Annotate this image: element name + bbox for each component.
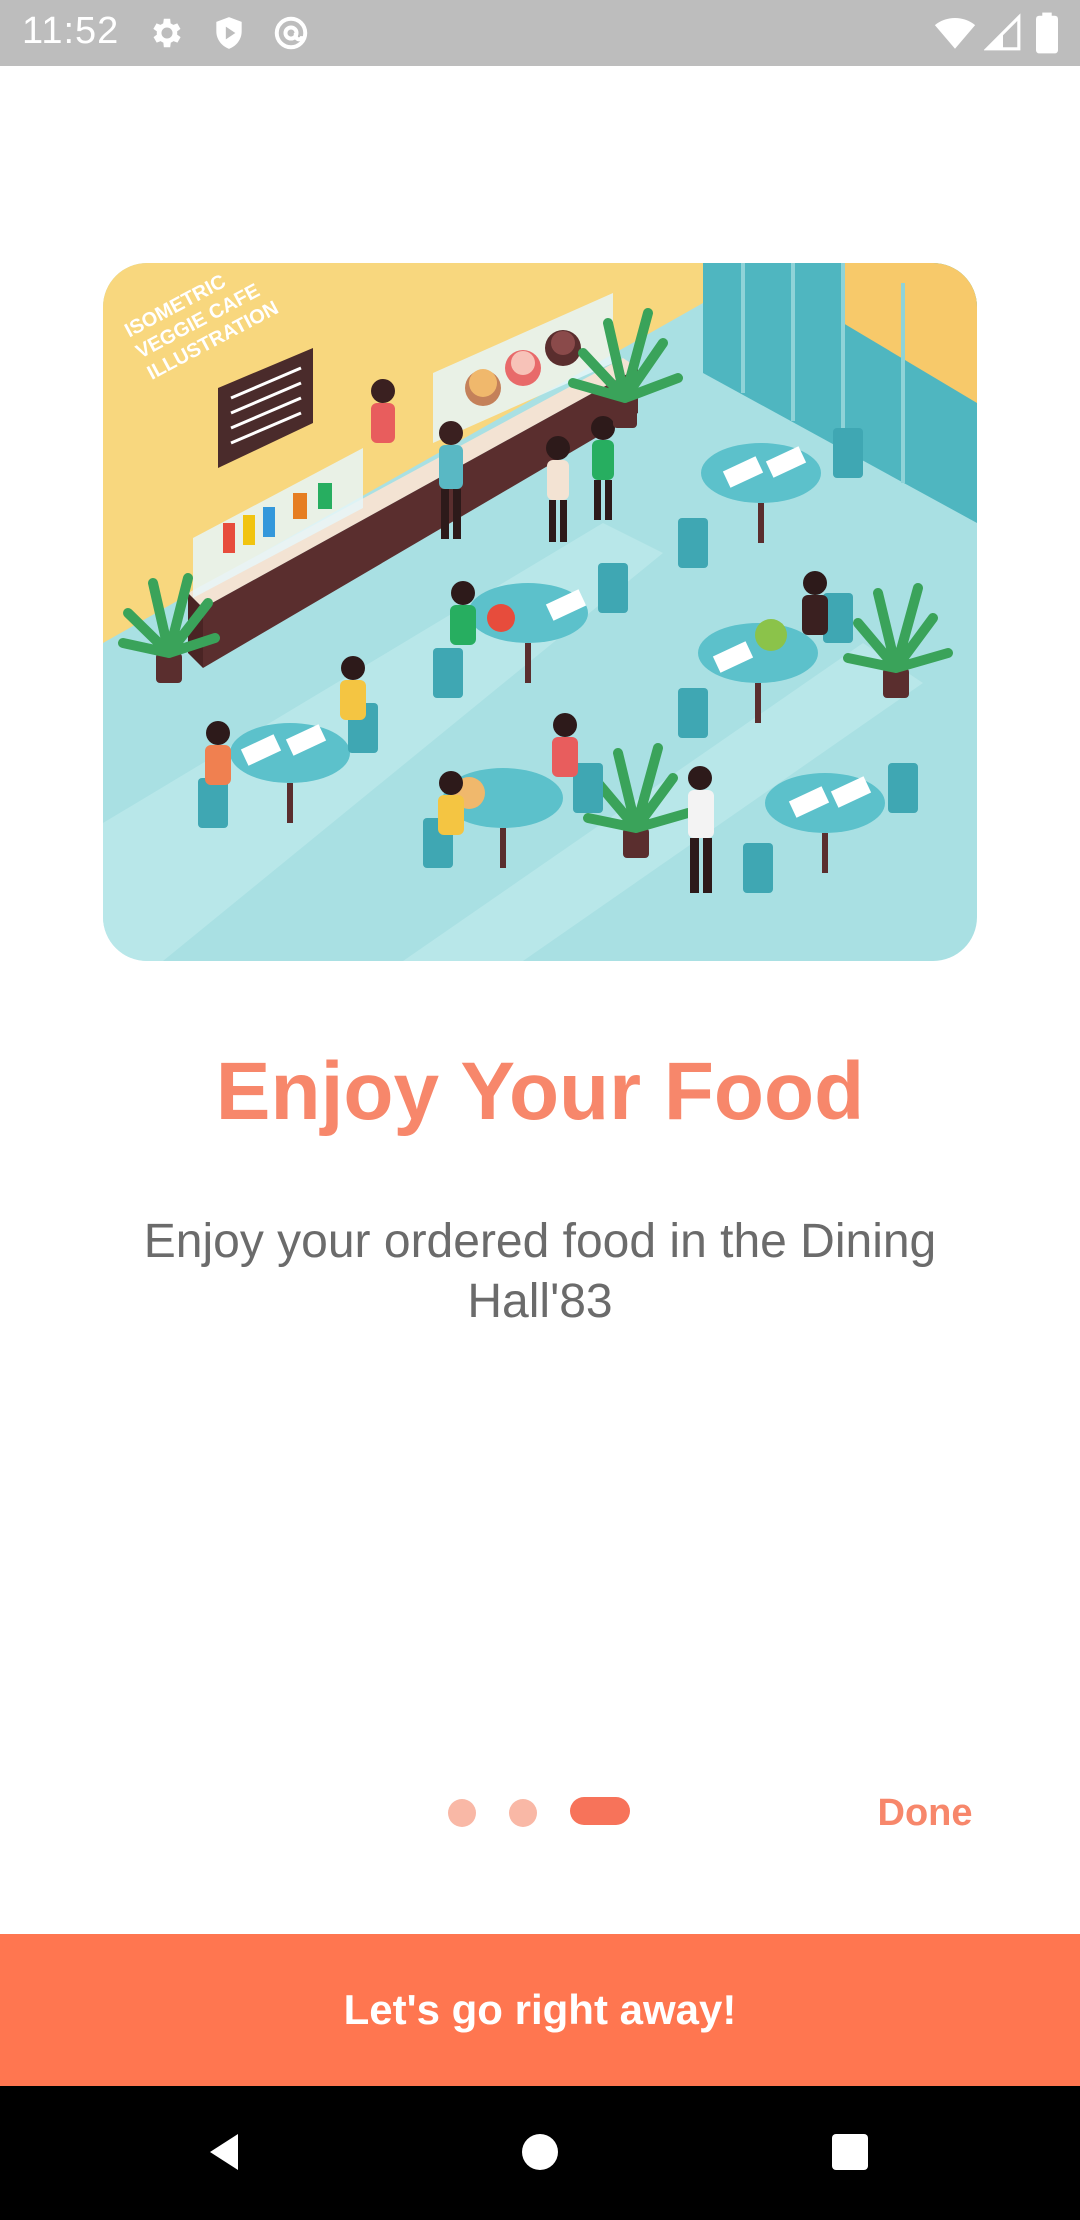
recents-icon[interactable] — [814, 2116, 886, 2188]
home-icon[interactable] — [504, 2116, 576, 2188]
shield-icon — [210, 14, 248, 52]
back-icon[interactable] — [190, 2116, 262, 2188]
cafe-illustration: ISOMETRIC VEGGIE CAFE ILLUSTRATION — [103, 263, 977, 961]
lets-go-button[interactable]: Let's go right away! — [0, 1934, 1080, 2086]
cell-signal-icon — [983, 12, 1022, 59]
onboarding-subtitle: Enjoy your ordered food in the Dining Ha… — [143, 1215, 937, 1328]
onboarding-title: Enjoy Your Food — [215, 1046, 865, 1137]
page-dot-3-active[interactable] — [570, 1797, 630, 1825]
status-time: 11:52 — [22, 10, 120, 52]
status-bar: 11:52 — [0, 0, 1080, 66]
navigation-bar — [0, 2086, 1080, 2220]
gear-icon — [148, 14, 186, 52]
wifi-icon — [934, 12, 976, 59]
page-dot-1[interactable] — [448, 1799, 476, 1827]
page-dot-2[interactable] — [509, 1799, 537, 1827]
battery-icon — [1036, 12, 1058, 59]
done-button[interactable]: Done — [870, 1785, 980, 1841]
at-sync-icon — [272, 14, 310, 52]
